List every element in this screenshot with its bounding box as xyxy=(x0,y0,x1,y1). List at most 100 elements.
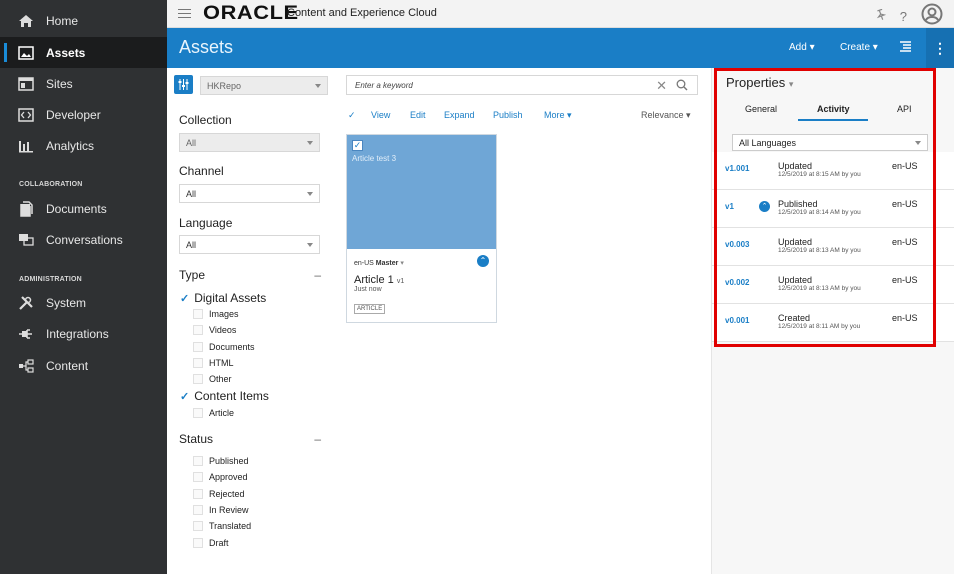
status-collapse-button[interactable]: – xyxy=(314,432,321,446)
content-items-checkbox[interactable]: ✓ Content Items xyxy=(180,389,269,403)
type-images-checkbox[interactable]: Images xyxy=(193,309,239,319)
nav-sites-label: Sites xyxy=(46,76,73,91)
home-icon xyxy=(17,13,35,29)
active-tab-indicator xyxy=(798,119,868,121)
pin-icon[interactable] xyxy=(876,8,886,26)
activity-action: Published xyxy=(778,199,818,209)
publish-button[interactable]: Publish xyxy=(493,110,523,120)
published-icon: ⌃ xyxy=(759,201,770,212)
edit-button[interactable]: Edit xyxy=(410,110,426,120)
repository-row xyxy=(174,75,193,94)
search-placeholder: Enter a keyword xyxy=(355,80,413,90)
nav-sites[interactable]: Sites xyxy=(0,68,167,99)
nav-documents[interactable]: Documents xyxy=(0,193,167,224)
status-rejected-checkbox[interactable]: Rejected xyxy=(193,489,245,499)
nav-content[interactable]: Content xyxy=(0,350,167,381)
analytics-icon xyxy=(17,138,35,154)
properties-title[interactable]: Properties ▾ xyxy=(726,75,793,90)
language-filter-select[interactable]: All Languages xyxy=(732,134,928,151)
search-icon[interactable] xyxy=(676,79,688,93)
status-published-checkbox[interactable]: Published xyxy=(193,456,249,466)
activity-timestamp: 12/5/2019 at 8:13 AM by you xyxy=(778,285,861,292)
nav-system[interactable]: System xyxy=(0,287,167,318)
activity-version[interactable]: v1.001 xyxy=(725,164,749,173)
tab-general[interactable]: General xyxy=(745,104,777,114)
chevron-down-icon: ▾ xyxy=(400,260,404,267)
language-select[interactable]: All xyxy=(179,235,320,254)
nav-developer[interactable]: Developer xyxy=(0,99,167,130)
type-html-checkbox[interactable]: HTML xyxy=(193,358,234,368)
status-approved-checkbox[interactable]: Approved xyxy=(193,472,248,482)
language-value: All xyxy=(186,239,197,250)
activity-version[interactable]: v0.002 xyxy=(725,278,749,287)
activity-timestamp: 12/5/2019 at 8:14 AM by you xyxy=(778,209,861,216)
type-article-checkbox[interactable]: Article xyxy=(193,408,234,418)
expand-button[interactable]: Expand xyxy=(444,110,475,120)
activity-row[interactable]: v0.003 Updated 12/5/2019 at 8:13 AM by y… xyxy=(712,228,954,266)
user-avatar-icon[interactable] xyxy=(921,3,943,30)
nav-assets[interactable]: Assets xyxy=(0,37,167,68)
nav-analytics[interactable]: Analytics xyxy=(0,130,167,161)
clear-search-icon[interactable]: ✕ xyxy=(656,78,667,94)
tab-api[interactable]: API xyxy=(897,104,912,114)
activity-action: Updated xyxy=(778,275,813,285)
create-menu-button[interactable]: Create ▾ xyxy=(840,42,878,53)
language-label: Language xyxy=(179,216,233,230)
select-all-checkmark-icon[interactable]: ✓ xyxy=(348,110,356,121)
nav-conversations-label: Conversations xyxy=(46,232,123,247)
chevron-up-icon[interactable]: ⌃ xyxy=(477,255,489,267)
more-menu-button[interactable]: More ▾ xyxy=(544,110,572,121)
activity-version[interactable]: v0.003 xyxy=(725,240,749,249)
activity-row[interactable]: v0.002 Updated 12/5/2019 at 8:13 AM by y… xyxy=(712,266,954,304)
help-icon[interactable]: ? xyxy=(900,9,907,24)
activity-row[interactable]: v1 ⌃ Published 12/5/2019 at 8:14 AM by y… xyxy=(712,190,954,228)
asset-thumbnail: ✓ Article test 3 xyxy=(347,135,496,249)
search-input[interactable]: Enter a keyword ✕ xyxy=(346,75,698,95)
activity-version[interactable]: v1 xyxy=(725,202,734,211)
chevron-down-icon: ▾ xyxy=(788,79,794,89)
type-collapse-button[interactable]: – xyxy=(314,268,321,282)
properties-toggle-icon[interactable] xyxy=(900,41,911,55)
type-videos-checkbox[interactable]: Videos xyxy=(193,325,236,335)
card-locale-menu[interactable]: en-US Master ▾ xyxy=(354,259,404,267)
sort-select[interactable]: Relevance ▾ xyxy=(641,110,691,121)
activity-timestamp: 12/5/2019 at 8:11 AM by you xyxy=(778,323,861,330)
view-button[interactable]: View xyxy=(371,110,390,120)
digital-assets-checkbox[interactable]: ✓ Digital Assets xyxy=(180,291,266,305)
hamburger-menu-icon[interactable] xyxy=(178,6,191,21)
type-documents-checkbox[interactable]: Documents xyxy=(193,342,255,352)
activity-version[interactable]: v0.001 xyxy=(725,316,749,325)
nav-assets-label: Assets xyxy=(46,45,86,60)
activity-language: en-US xyxy=(892,199,918,209)
activity-action: Updated xyxy=(778,161,813,171)
type-other-checkbox[interactable]: Other xyxy=(193,374,232,384)
nav-integrations[interactable]: Integrations xyxy=(0,318,167,349)
more-actions-icon[interactable]: ⋮ xyxy=(926,28,954,68)
channel-select[interactable]: All xyxy=(179,184,320,203)
filter-toggle-icon[interactable] xyxy=(174,75,193,94)
add-menu-button[interactable]: Add ▾ xyxy=(789,42,815,53)
chevron-down-icon xyxy=(315,84,321,88)
nav-conversations[interactable]: Conversations xyxy=(0,224,167,255)
activity-row[interactable]: v1.001 Updated 12/5/2019 at 8:15 AM by y… xyxy=(712,152,954,190)
repository-select[interactable]: HKRepo xyxy=(200,76,328,95)
repository-value: HKRepo xyxy=(207,80,242,91)
asset-version: v1 xyxy=(396,278,405,285)
status-in-review-checkbox[interactable]: In Review xyxy=(193,505,249,515)
integrations-icon xyxy=(17,326,35,342)
status-translated-checkbox[interactable]: Translated xyxy=(193,521,251,531)
nav-developer-label: Developer xyxy=(46,107,101,122)
top-icons: ? xyxy=(876,3,943,30)
card-checkbox[interactable]: ✓ xyxy=(352,140,363,151)
activity-row[interactable]: v0.001 Created 12/5/2019 at 8:11 AM by y… xyxy=(712,304,954,342)
nav-home[interactable]: Home xyxy=(0,5,167,36)
side-nav: Home Assets Sites Developer Analytics CO… xyxy=(0,0,167,574)
collection-select[interactable]: All xyxy=(179,133,320,152)
properties-tabs: General Activity API xyxy=(712,104,954,124)
filter-panel: HKRepo Collection All Channel All Langua… xyxy=(167,68,339,574)
asset-name[interactable]: Article 1 v1 xyxy=(354,274,404,286)
asset-card[interactable]: ✓ Article test 3 en-US Master ▾ ⌃ Articl… xyxy=(346,134,497,323)
tab-activity[interactable]: Activity xyxy=(817,104,850,114)
status-draft-checkbox[interactable]: Draft xyxy=(193,538,229,548)
nav-content-label: Content xyxy=(46,358,89,373)
